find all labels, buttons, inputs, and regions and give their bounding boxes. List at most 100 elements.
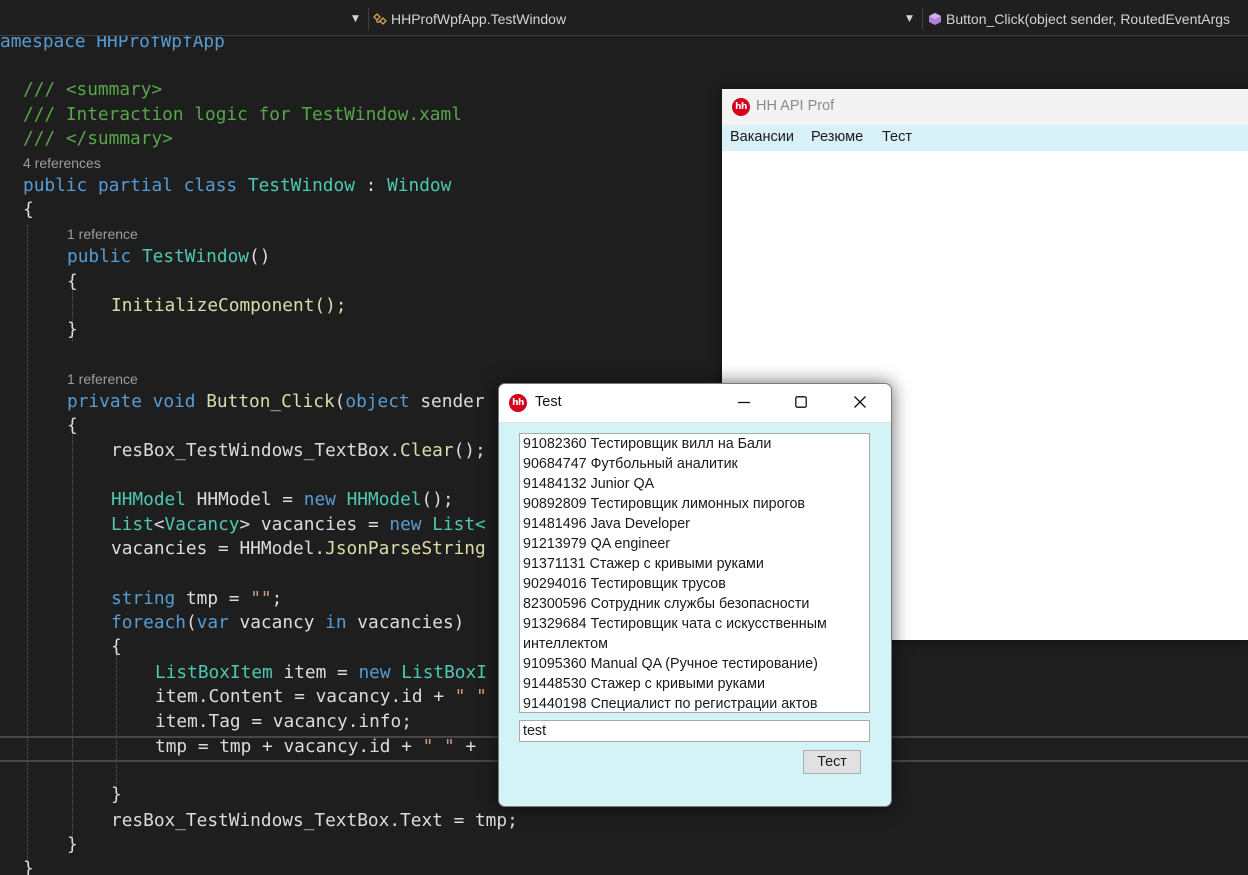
list-item[interactable]: 91371131 Стажер с кривыми руками	[520, 554, 869, 574]
list-item[interactable]: 91440198 Специалист по регистрации актов	[520, 694, 869, 712]
code-line: vacancies = HHModel.JsonParseString	[111, 537, 486, 561]
code-line: }	[67, 318, 78, 342]
list-item[interactable]: 91213979 QA engineer	[520, 534, 869, 554]
identifier: item.Tag = vacancy.info;	[155, 711, 412, 732]
punct: {	[67, 271, 78, 292]
keyword: void	[152, 391, 196, 412]
keyword: string	[111, 588, 176, 609]
punct: {	[67, 415, 78, 436]
namespace-decl: amespace HHProfWpfApp	[0, 36, 225, 52]
code-line: /// <summary>	[23, 78, 162, 102]
param: sender	[420, 391, 485, 412]
identifier: tmp =	[185, 588, 251, 609]
type-name: ListBoxItem	[155, 662, 273, 683]
identifier: > vacancies =	[239, 514, 379, 535]
list-item[interactable]: 82300596 Сотрудник службы безопасности	[520, 594, 869, 614]
method-call: Clear	[400, 440, 454, 461]
minimize-button[interactable]	[721, 384, 767, 422]
list-item[interactable]: 90294016 Тестировщик трусов	[520, 574, 869, 594]
list-item[interactable]: 91481496 Java Developer	[520, 514, 869, 534]
indent-guide	[116, 654, 117, 794]
identifier: vacancy	[239, 612, 315, 633]
member-dropdown[interactable]: Button_Click(object sender, RoutedEventA…	[928, 7, 1248, 31]
code-line: }	[111, 783, 122, 807]
close-button[interactable]	[837, 384, 883, 422]
punct: }	[67, 319, 78, 340]
keyword: partial	[97, 175, 173, 196]
keyword: var	[196, 612, 229, 633]
method-call: InitializeComponent();	[111, 295, 347, 316]
codelens-references[interactable]: 4 references	[23, 153, 101, 173]
code-line: public partial class TestWindow : Window	[23, 174, 451, 198]
code-line: HHModel HHModel = new HHModel();	[111, 488, 454, 512]
punct: {	[23, 199, 34, 220]
maximize-button[interactable]	[778, 384, 824, 422]
menu-item-resume[interactable]: Резюме	[811, 129, 863, 145]
keyword: class	[183, 175, 238, 196]
type-name: HHModel	[346, 489, 422, 510]
code-line: tmp = tmp + vacancy.id + " " +	[155, 735, 476, 759]
doc-comment: /// <summary>	[23, 79, 163, 100]
code-line: {	[111, 635, 122, 659]
menu-bar: Вакансии Резюме Тест	[722, 125, 1248, 151]
close-icon	[854, 396, 866, 408]
code-line: amespace HHProfWpfApp	[0, 36, 225, 54]
code-line: /// </summary>	[23, 127, 173, 151]
code-line: InitializeComponent();	[111, 294, 347, 318]
menu-item-vacancies[interactable]: Вакансии	[730, 129, 794, 145]
punct: ;	[271, 588, 283, 609]
window-title: HH API Prof	[756, 98, 835, 114]
code-line: public TestWindow()	[67, 245, 270, 269]
codelens-references[interactable]: 1 reference	[67, 224, 138, 244]
window-titlebar[interactable]: hh HH API Prof	[722, 89, 1248, 125]
nav-divider	[922, 8, 923, 30]
keyword: foreach	[111, 612, 186, 633]
identifier: item =	[283, 662, 348, 683]
punct: }	[111, 784, 122, 805]
punct: ()	[249, 246, 271, 267]
list-item[interactable]: 91484132 Junior QA	[520, 474, 869, 494]
type-name: ListBoxI	[401, 662, 487, 683]
type-name: Window	[387, 175, 452, 196]
string-literal: ""	[250, 588, 272, 609]
list-item[interactable]: 91095360 Manual QA (Ручное тестирование)	[520, 654, 869, 674]
list-item[interactable]: 90684747 Футбольный аналитик	[520, 454, 869, 474]
identifier: resBox_TestWindows_TextBox.Text = tmp;	[111, 810, 518, 831]
identifier: resBox_TestWindows_TextBox.	[111, 440, 401, 461]
keyword: new	[303, 489, 336, 510]
keyword: private	[67, 391, 142, 412]
window-title: Test	[535, 394, 562, 410]
indent-guide	[27, 225, 28, 865]
punct: +	[454, 736, 477, 757]
class-icon	[373, 13, 387, 25]
test-button[interactable]: Тест	[803, 750, 861, 774]
keyword: object	[345, 391, 410, 412]
code-line: }	[67, 833, 78, 857]
code-line: resBox_TestWindows_TextBox.Text = tmp;	[111, 809, 518, 833]
keyword: in	[325, 612, 347, 633]
punct: }	[23, 858, 34, 875]
type-name: List	[111, 514, 154, 535]
list-item[interactable]: 90892809 Тестировщик лимонных пирогов	[520, 494, 869, 514]
menu-item-test[interactable]: Тест	[882, 129, 912, 145]
test-window[interactable]: hh Test 91082360 Тестировщик вилл на Бал…	[498, 383, 892, 807]
punct: :	[365, 175, 377, 196]
hh-logo-icon: hh	[509, 394, 527, 412]
class-dropdown[interactable]: HHProfWpfApp.TestWindow	[373, 7, 566, 31]
test-input[interactable]	[519, 720, 870, 742]
dropdown-arrow-icon[interactable]: ▼	[352, 7, 359, 31]
keyword: public	[67, 246, 132, 267]
nav-divider	[368, 8, 369, 30]
hh-logo-icon: hh	[732, 98, 750, 116]
window-titlebar[interactable]: hh Test	[499, 384, 891, 423]
list-item[interactable]: 91329684 Тестировщик чата с искусственны…	[520, 614, 845, 654]
codelens-references[interactable]: 1 reference	[67, 369, 138, 389]
list-item[interactable]: 91448530 Стажер с кривыми руками	[520, 674, 869, 694]
dropdown-arrow-icon[interactable]: ▼	[906, 7, 913, 31]
type-name: List<	[432, 514, 486, 535]
code-line: ListBoxItem item = new ListBoxI	[155, 661, 487, 685]
type-name: TestWindow	[247, 175, 355, 196]
vacancies-listbox[interactable]: 91082360 Тестировщик вилл на Бали 906847…	[519, 433, 870, 713]
doc-comment: /// Interaction logic for TestWindow.xam…	[23, 104, 462, 125]
list-item[interactable]: 91082360 Тестировщик вилл на Бали	[520, 434, 869, 454]
